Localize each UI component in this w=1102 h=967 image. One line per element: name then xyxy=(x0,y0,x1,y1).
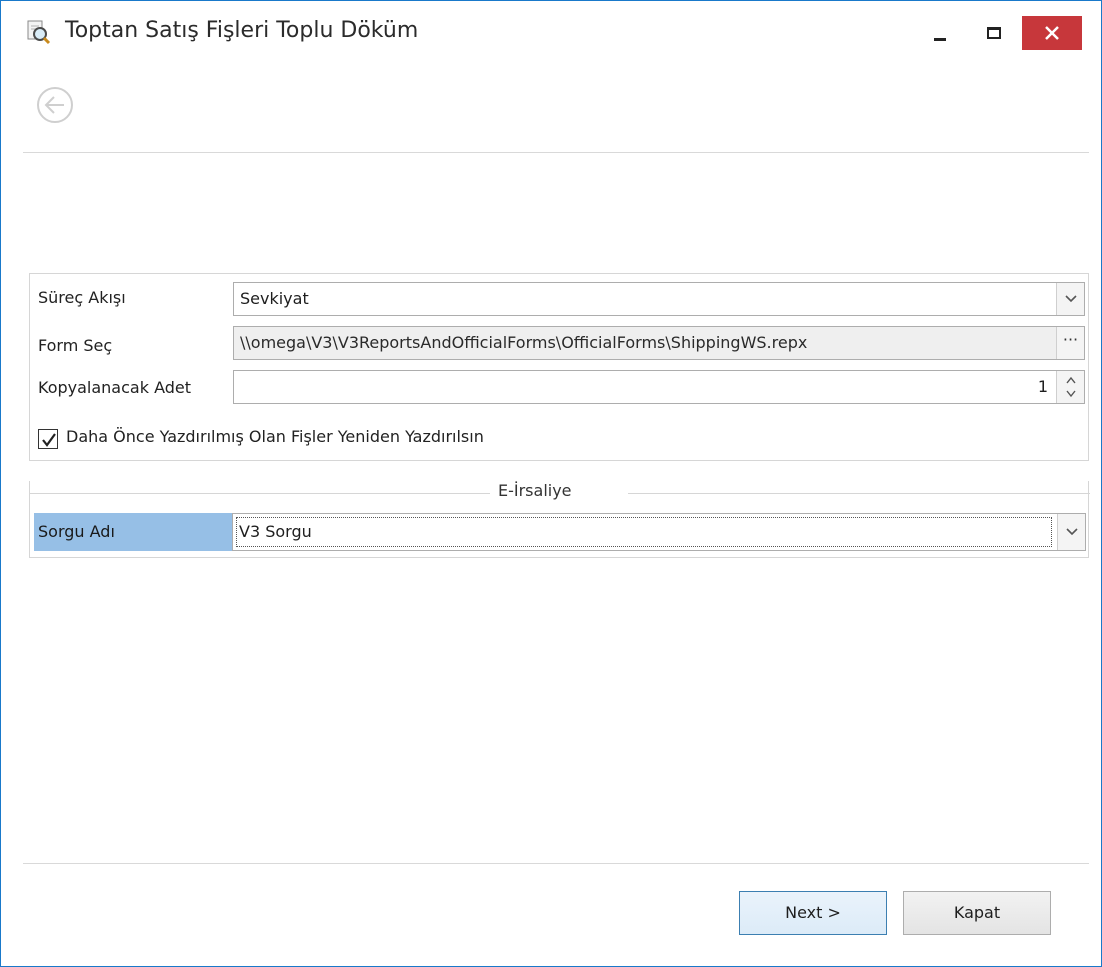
surec-akisi-label: Süreç Akışı xyxy=(38,288,126,307)
print-settings-group: Süreç Akışı Sevkiyat Form Seç \\omega\V3… xyxy=(29,273,1089,461)
group-divider xyxy=(628,493,1090,494)
minimize-icon xyxy=(934,38,946,41)
check-icon xyxy=(42,433,56,447)
reprint-checkbox[interactable] xyxy=(38,429,58,449)
sorgu-adi-dropdown-button[interactable] xyxy=(1057,514,1085,550)
chevron-down-icon xyxy=(1065,295,1077,303)
back-arrow-icon xyxy=(37,87,73,123)
form-sec-field[interactable]: \\omega\V3\V3ReportsAndOfficialForms\Off… xyxy=(233,326,1085,360)
form-sec-label: Form Seç xyxy=(38,336,113,355)
maximize-icon xyxy=(987,27,1001,39)
sorgu-adi-dropdown[interactable]: V3 Sorgu xyxy=(232,513,1086,551)
surec-akisi-value: Sevkiyat xyxy=(240,289,309,308)
e-irsaliye-caption: E-İrsaliye xyxy=(498,481,572,500)
kopya-adet-value: 1 xyxy=(1037,377,1048,396)
spin-up-icon[interactable] xyxy=(1065,376,1077,384)
wizard-window: Toptan Satış Fişleri Toplu Döküm Süreç A… xyxy=(0,0,1102,967)
kopya-adet-spinner[interactable]: 1 xyxy=(233,370,1085,404)
e-irsaliye-group: E-İrsaliye Sorgu Adı V3 Sorgu xyxy=(29,481,1090,558)
form-sec-value: \\omega\V3\V3ReportsAndOfficialForms\Off… xyxy=(240,333,808,352)
sorgu-adi-value[interactable]: V3 Sorgu xyxy=(236,517,1052,547)
wizard-toolbar xyxy=(23,65,1089,153)
magnifier-document-icon xyxy=(25,19,51,45)
sorgu-adi-label: Sorgu Adı xyxy=(34,513,232,551)
chevron-down-icon xyxy=(1066,528,1078,536)
window-title: Toptan Satış Fişleri Toplu Döküm xyxy=(65,18,419,43)
maximize-button[interactable] xyxy=(961,16,1021,50)
back-button[interactable] xyxy=(35,85,75,125)
footer-divider xyxy=(23,863,1089,864)
spin-down-icon[interactable] xyxy=(1065,390,1077,398)
next-button[interactable]: Next > xyxy=(739,891,887,935)
form-sec-browse-button[interactable]: ··· xyxy=(1056,327,1084,359)
surec-akisi-dropdown[interactable]: Sevkiyat xyxy=(233,282,1085,316)
kapat-button[interactable]: Kapat xyxy=(903,891,1051,935)
group-divider xyxy=(30,493,490,494)
reprint-checkbox-label: Daha Önce Yazdırılmış Olan Fişler Yenide… xyxy=(66,427,484,446)
surec-akisi-dropdown-button[interactable] xyxy=(1056,283,1084,315)
title-bar: Toptan Satış Fişleri Toplu Döküm xyxy=(1,1,1101,65)
minimize-button[interactable] xyxy=(907,16,967,50)
close-window-button[interactable] xyxy=(1022,16,1082,50)
kopya-adet-label: Kopyalanacak Adet xyxy=(38,378,191,397)
close-icon xyxy=(1045,26,1059,40)
kopya-adet-spin-buttons[interactable] xyxy=(1056,371,1084,403)
